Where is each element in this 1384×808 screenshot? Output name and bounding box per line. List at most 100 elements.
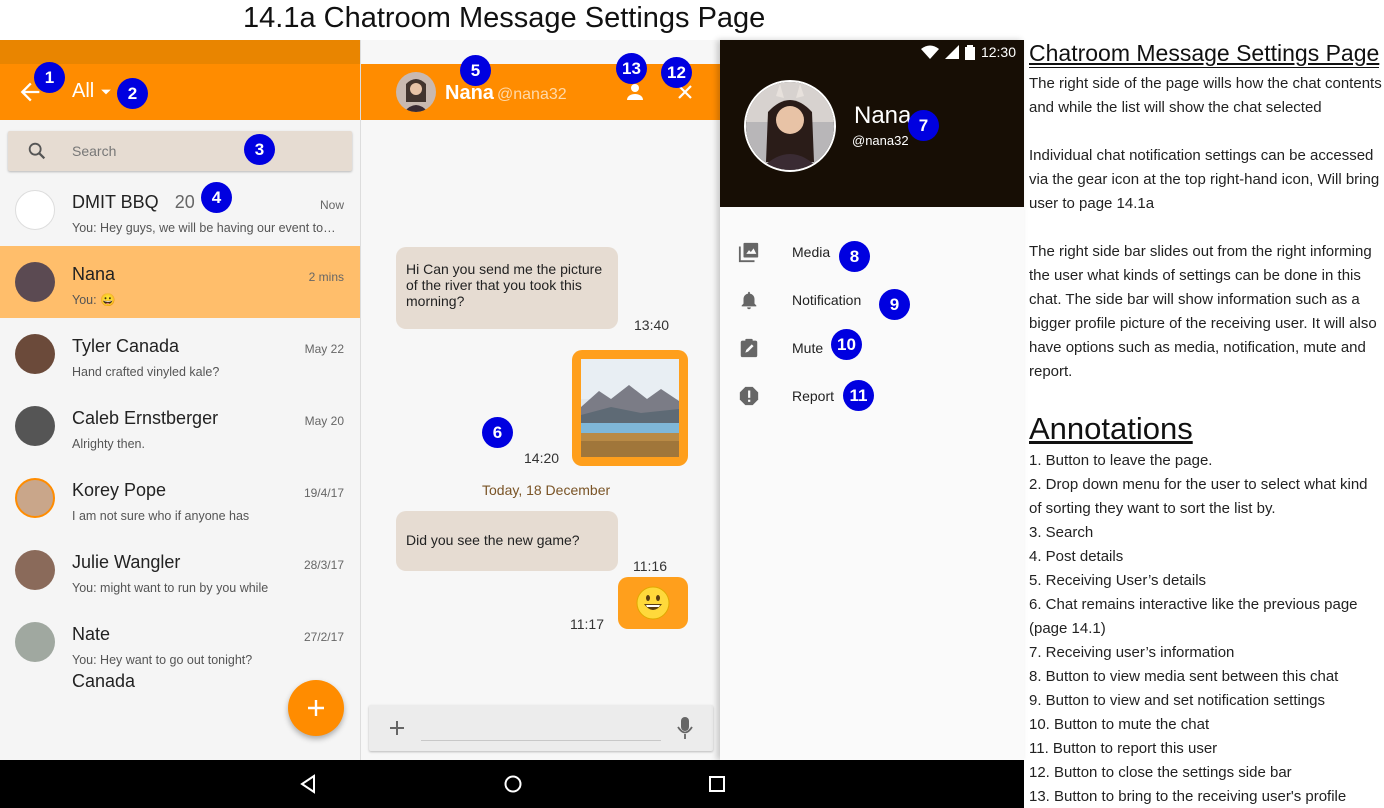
chat-list-item[interactable]: Julie Wangler You: might want to run by y… (0, 534, 360, 606)
message-time: 14:20 (524, 450, 560, 466)
chat-time: 19/4/17 (303, 486, 344, 500)
annotations-list: 1. Button to leave the page. 2. Drop down… (1029, 449, 1384, 808)
annotation-item: 9. Button to view and set notification s… (1029, 692, 1326, 709)
annotation-marker: 11 (843, 380, 874, 411)
message-time: 13:40 (634, 317, 670, 333)
chat-name: Caleb Ernstberger (72, 408, 219, 428)
annotation-item: 12. Button to close the settings side ba… (1029, 764, 1292, 781)
status-time: 12:30 (980, 44, 1016, 60)
chat-list-item[interactable]: Caleb Ernstberger Alrighty then. May 20 (0, 390, 360, 462)
annotation-item: 5. Receiving User’s details (1029, 572, 1207, 589)
description-document: Chatroom Message Settings Page The right… (1029, 40, 1384, 805)
chat-list-item[interactable]: Nate You: Hey want to go out tonight? 27/2… (0, 606, 360, 678)
signal-icon (944, 45, 959, 59)
annotation-marker: 9 (879, 289, 910, 320)
nav-back-icon[interactable] (298, 774, 318, 794)
chat-list: DMIT BBQ 20 You: Hey guys, we will be havi… (0, 174, 360, 678)
mute-icon (740, 338, 758, 358)
annotation-marker: 4 (201, 182, 232, 213)
annotation-marker: 10 (831, 329, 862, 360)
annotation-marker: 6 (482, 417, 513, 448)
unread-count: 20 (174, 192, 195, 212)
page-title: 14.1a Chatroom Message Settings Page (243, 2, 766, 34)
chat-time: 28/3/17 (303, 558, 344, 572)
chat-time: May 20 (304, 414, 344, 428)
sidebar-avatar-image (746, 82, 834, 170)
annotation-item: 3. Search (1029, 524, 1094, 541)
nav-home-icon[interactable] (503, 774, 523, 794)
avatar (15, 478, 55, 518)
date-divider: Today, 18 December (482, 482, 611, 498)
contact-avatar[interactable] (396, 72, 436, 112)
menu-item-label: Mute (792, 340, 824, 356)
overflow-text: Canada (72, 671, 136, 691)
annotation-marker: 8 (839, 241, 870, 272)
filter-dropdown[interactable]: All (72, 80, 112, 103)
annotation-item: 6. Chat remains interactive like the pre… (1029, 596, 1358, 637)
message-input[interactable] (421, 715, 661, 741)
annotation-item: 4. Post details (1029, 548, 1124, 565)
chat-name: Tyler Canada (72, 336, 180, 356)
annotation-marker: 13 (616, 53, 647, 84)
chat-list-panel: All DMIT BBQ20 You: Hey guys, we will be … (0, 40, 360, 760)
nav-recents-icon[interactable] (707, 774, 727, 794)
chat-list-item[interactable]: DMIT BBQ 20 You: Hey guys, we will be havi… (0, 174, 360, 246)
menu-item-media[interactable]: Media (720, 228, 1024, 276)
message-composer (369, 705, 713, 751)
contact-handle: @nana32 (497, 86, 567, 103)
search-bar[interactable] (8, 131, 352, 171)
annotation-marker: 12 (661, 57, 692, 88)
doc-paragraph: Individual chat notification settings ca… (1029, 147, 1380, 212)
filter-label: All (72, 80, 95, 102)
incoming-message-bubble[interactable]: Did you see the new game? (396, 511, 618, 571)
sidebar-avatar (744, 80, 836, 172)
chat-preview: You: Hey guys, we will be having our eve… (72, 221, 336, 235)
chat-list-item[interactable]: Korey Pope I am not sure who if anyone ha… (0, 462, 360, 534)
smiley-emoji-icon (636, 586, 670, 620)
annotation-item: 2. Drop down menu for the user to select… (1029, 476, 1368, 517)
status-bar: 12:30 (920, 44, 1016, 60)
annotation-marker: 3 (244, 134, 275, 165)
annotation-item: 13. Button to bring to the receiving use… (1029, 788, 1347, 805)
doc-paragraph: The right side of the page wills how the… (1029, 75, 1382, 116)
annotation-marker: 5 (460, 55, 491, 86)
annotation-item: 8. Button to view media sent between thi… (1029, 668, 1339, 685)
microphone-icon[interactable] (677, 716, 693, 740)
chat-preview: You: Hey want to go out tonight? (72, 653, 253, 667)
chat-list-item[interactable]: Tyler Canada Hand crafted vinyled kale? Ma… (0, 318, 360, 390)
menu-item-label: Notification (792, 292, 862, 308)
outgoing-image-message[interactable] (572, 350, 688, 466)
avatar (15, 622, 55, 662)
river-photo-image (581, 359, 679, 457)
chat-list-item[interactable]: Nana You: 😀 2 mins (0, 246, 360, 318)
chat-name: Nana (72, 264, 116, 284)
menu-item-mute[interactable]: Mute (720, 324, 1024, 372)
message-time: 11:16 (633, 558, 667, 574)
search-input[interactable] (72, 139, 322, 163)
new-chat-button[interactable] (288, 680, 344, 736)
dropdown-caret-icon (101, 89, 112, 94)
menu-item-label: Report (792, 388, 835, 404)
chat-time: May 22 (304, 342, 344, 356)
avatar (15, 334, 55, 374)
doc-paragraph: The right side bar slides out from the r… (1029, 243, 1377, 380)
search-icon (28, 142, 46, 160)
message-time: 11:17 (570, 616, 604, 632)
menu-item-notification[interactable]: Notification (720, 276, 1024, 324)
sidebar-user-handle: @nana32 (852, 133, 909, 148)
annotation-marker: 1 (34, 62, 65, 93)
doc-heading: Chatroom Message Settings Page (1029, 40, 1380, 68)
chat-name: Julie Wangler (72, 552, 181, 572)
avatar (15, 406, 55, 446)
annotation-marker: 7 (908, 110, 939, 141)
report-icon (739, 386, 759, 406)
annotations-heading: Annotations (1029, 411, 1193, 446)
outgoing-emoji-message[interactable] (618, 577, 688, 629)
attach-plus-icon[interactable] (387, 718, 407, 738)
media-icon (738, 242, 759, 263)
annotation-item: 11. Button to report this user (1029, 740, 1218, 757)
incoming-message-bubble[interactable]: Hi Can you send me the picture of the ri… (396, 247, 618, 329)
chat-time: 2 mins (308, 270, 344, 284)
annotation-item: 10. Button to mute the chat (1029, 716, 1210, 733)
plus-icon (308, 700, 324, 716)
